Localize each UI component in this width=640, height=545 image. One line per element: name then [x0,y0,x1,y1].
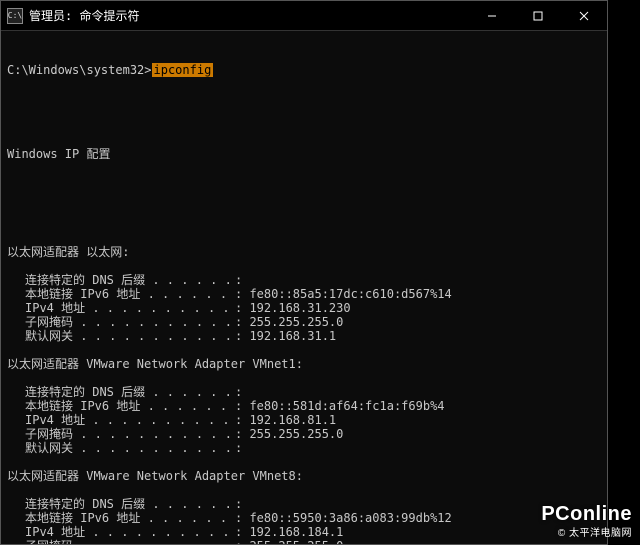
prompt-1: C:\Windows\system32> [7,63,152,77]
config-row: IPv4 地址 . . . . . . . . . . . . : 192.16… [7,413,601,427]
close-button[interactable] [561,1,607,31]
config-key: 本地链接 IPv6 地址 . . . . . . . . . . [25,511,235,525]
config-value: : 255.255.255.0 [235,315,343,329]
watermark: PConline © 太平洋电脑网 [541,503,632,539]
config-key: IPv4 地址 . . . . . . . . . . . . [25,301,235,315]
config-value: : [235,441,249,455]
config-key: 子网掩码 . . . . . . . . . . . . . . [25,315,235,329]
config-value: : 192.168.81.1 [235,413,336,427]
config-row: 本地链接 IPv6 地址 . . . . . . . . . .: fe80::… [7,399,601,413]
window-title: 管理员: 命令提示符 [29,7,139,24]
config-key: 默认网关 . . . . . . . . . . . . . . [25,329,235,343]
adapter-header: 以太网适配器 VMware Network Adapter VMnet1: [7,357,601,371]
config-row: 连接特定的 DNS 后缀 . . . . . . . . . .: [7,385,601,399]
config-key: 默认网关 . . . . . . . . . . . . . . [25,441,235,455]
config-key: 子网掩码 . . . . . . . . . . . . . . [25,539,235,544]
config-row: 本地链接 IPv6 地址 . . . . . . . . . .: fe80::… [7,511,601,525]
config-key: 本地链接 IPv6 地址 . . . . . . . . . . [25,399,235,413]
terminal-body[interactable]: C:\Windows\system32>ipconfig Windows IP … [1,31,607,544]
ip-config-header: Windows IP 配置 [7,147,601,161]
config-value: : fe80::581d:af64:fc1a:f69b%4 [235,399,445,413]
config-key: 连接特定的 DNS 后缀 . . . . . . . . . . [25,385,235,399]
app-icon: C:\ [7,8,23,24]
config-row: 默认网关 . . . . . . . . . . . . . .: [7,441,601,455]
config-value: : 255.255.255.0 [235,539,343,544]
config-value: : [235,497,249,511]
config-row: 默认网关 . . . . . . . . . . . . . .: 192.16… [7,329,601,343]
config-value: : 192.168.184.1 [235,525,343,539]
config-row: IPv4 地址 . . . . . . . . . . . . : 192.16… [7,301,601,315]
config-value: : [235,385,249,399]
config-row: 连接特定的 DNS 后缀 . . . . . . . . . .: [7,273,601,287]
config-row: IPv4 地址 . . . . . . . . . . . . : 192.16… [7,525,601,539]
adapter-header: 以太网适配器 VMware Network Adapter VMnet8: [7,469,601,483]
config-key: 连接特定的 DNS 后缀 . . . . . . . . . . [25,273,235,287]
maximize-button[interactable] [515,1,561,31]
config-row: 本地链接 IPv6 地址 . . . . . . . . . .: fe80::… [7,287,601,301]
watermark-sub: © 太平洋电脑网 [541,524,632,539]
config-key: IPv4 地址 . . . . . . . . . . . . [25,413,235,427]
config-row: 连接特定的 DNS 后缀 . . . . . . . . . .: [7,497,601,511]
command-1: ipconfig [152,63,214,77]
config-value: : [235,273,249,287]
config-value: : 255.255.255.0 [235,427,343,441]
config-value: : fe80::85a5:17dc:c610:d567%14 [235,287,452,301]
config-value: : 192.168.31.230 [235,301,351,315]
titlebar[interactable]: C:\ 管理员: 命令提示符 [1,1,607,31]
watermark-text: PConline [541,503,632,525]
config-key: 连接特定的 DNS 后缀 . . . . . . . . . . [25,497,235,511]
config-value: : 192.168.31.1 [235,329,336,343]
config-key: 本地链接 IPv6 地址 . . . . . . . . . . [25,287,235,301]
config-key: IPv4 地址 . . . . . . . . . . . . [25,525,235,539]
config-row: 子网掩码 . . . . . . . . . . . . . .: 255.25… [7,315,601,329]
config-value: : fe80::5950:3a86:a083:99db%12 [235,511,452,525]
minimize-button[interactable] [469,1,515,31]
adapter-header: 以太网适配器 以太网: [7,245,601,259]
config-row: 子网掩码 . . . . . . . . . . . . . .: 255.25… [7,427,601,441]
config-row: 子网掩码 . . . . . . . . . . . . . .: 255.25… [7,539,601,544]
cmd-window: C:\ 管理员: 命令提示符 C:\Windows\system32>ipcon… [0,0,608,545]
config-key: 子网掩码 . . . . . . . . . . . . . . [25,427,235,441]
